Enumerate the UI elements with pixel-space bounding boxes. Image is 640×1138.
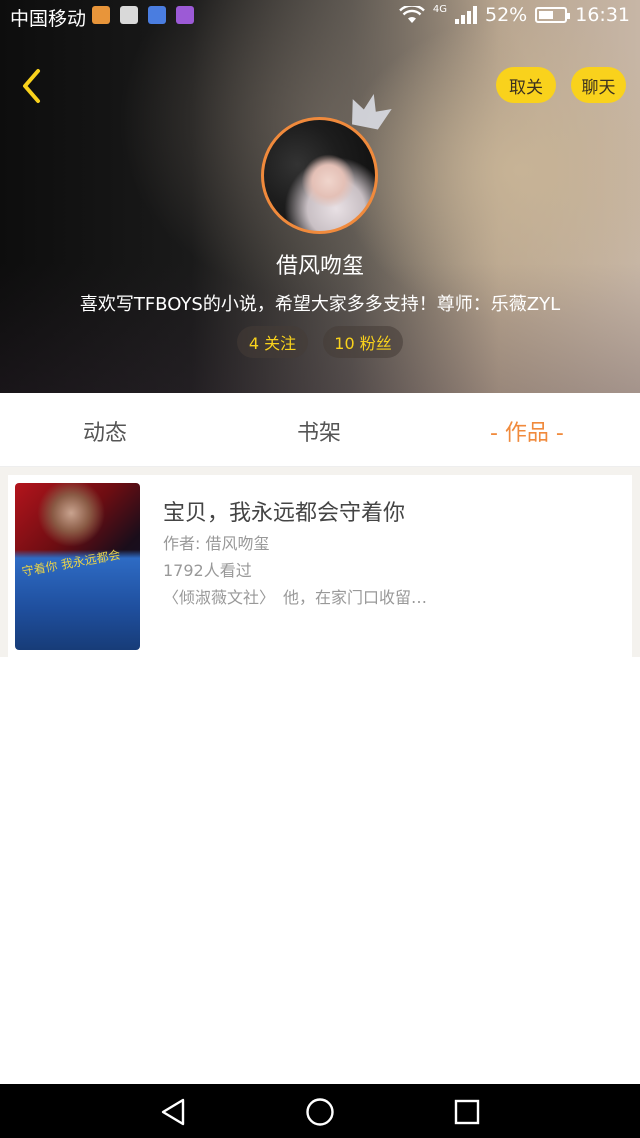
back-button[interactable]	[12, 62, 52, 110]
battery-icon	[535, 7, 571, 23]
carrier-name: 中国移动	[10, 8, 87, 30]
following-count[interactable]: 4 关注	[237, 326, 308, 358]
calendar-notification-icon	[148, 6, 166, 24]
work-author: 作者: 借风吻玺	[163, 534, 270, 553]
status-indicators: 4G 52% 16:31	[399, 4, 630, 26]
nav-back-button[interactable]	[153, 1092, 193, 1132]
avatar[interactable]	[261, 117, 378, 234]
app-notification-icon	[92, 6, 110, 24]
fans-count[interactable]: 10 粉丝	[323, 326, 403, 358]
network-type: 4G	[432, 3, 447, 15]
works-list: 守着你 我永远都会 宝贝，我永远都会守着你 作者: 借风吻玺 1792人看过 〈…	[0, 467, 640, 657]
list-item[interactable]: 守着你 我永远都会 宝贝，我永远都会守着你 作者: 借风吻玺 1792人看过 〈…	[8, 475, 632, 657]
tab-bookshelf[interactable]: 书架	[297, 415, 341, 447]
profile-nickname: 借风吻玺	[275, 254, 364, 279]
system-nav-bar	[0, 1084, 640, 1138]
gallery-notification-icon	[176, 6, 194, 24]
avatar-image	[261, 117, 378, 234]
chevron-left-icon	[23, 69, 40, 103]
work-description: 〈倾淑薇文社〉 他，在家门口收留…	[163, 588, 428, 607]
circle-home-icon	[306, 1098, 334, 1126]
notification-icons	[92, 6, 194, 24]
unfollow-button[interactable]: 取关	[496, 67, 556, 103]
battery-percent: 52%	[485, 4, 528, 26]
cover-caption: 守着你 我永远都会	[20, 547, 122, 579]
profile-bio: 喜欢写TFBOYS的小说，希望大家多多支持！尊师：乐薇ZYL	[79, 294, 561, 315]
square-recents-icon	[454, 1099, 480, 1125]
tab-works[interactable]: - 作品 -	[490, 415, 564, 447]
status-bar: 中国移动 4G 52% 16:31	[0, 0, 640, 32]
signal-icon	[455, 6, 477, 24]
chat-button[interactable]: 聊天	[571, 67, 626, 103]
clock: 16:31	[575, 4, 630, 26]
qq-notification-icon	[120, 6, 138, 24]
nav-recents-button[interactable]	[447, 1092, 487, 1132]
triangle-back-icon	[161, 1098, 185, 1126]
book-cover: 守着你 我永远都会	[15, 483, 140, 650]
nav-home-button[interactable]	[300, 1092, 340, 1132]
tab-dynamic[interactable]: 动态	[83, 415, 127, 447]
wifi-icon	[399, 6, 425, 23]
profile-tabs: 动态 书架 - 作品 -	[0, 393, 640, 467]
work-title: 宝贝，我永远都会守着你	[163, 501, 406, 526]
work-views: 1792人看过	[163, 561, 252, 580]
